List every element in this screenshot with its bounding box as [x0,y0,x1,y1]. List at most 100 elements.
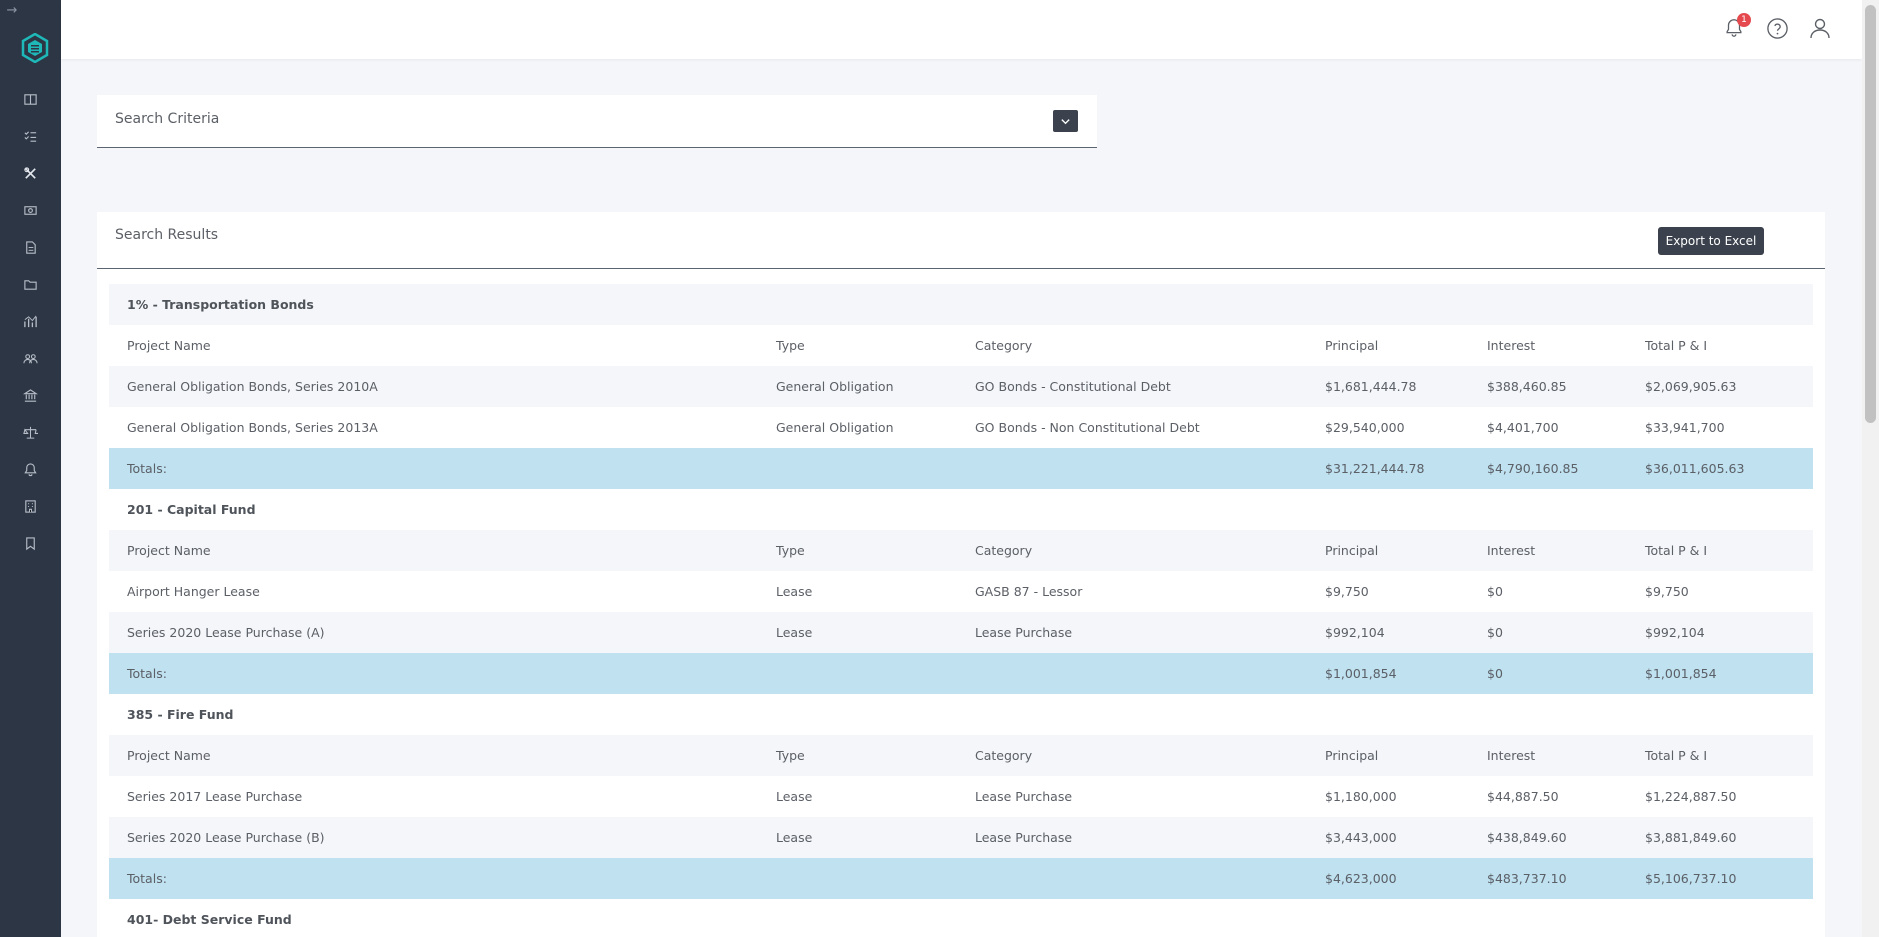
table-cell: $438,849.60 [1487,817,1567,858]
document-icon [23,240,38,255]
total-value: $0 [1487,653,1503,694]
sidebar-item-users[interactable] [20,348,40,368]
user-menu-button[interactable] [1807,15,1833,41]
total-value: $5,106,737.10 [1645,858,1736,899]
folder-icon [23,277,38,292]
table-cell: Lease Purchase [975,776,1072,817]
column-header: Principal [1325,530,1378,571]
sidebar-item-document[interactable] [20,237,40,257]
money-icon [23,203,38,218]
column-header: Interest [1487,325,1535,366]
sidebar-item-bell[interactable] [20,459,40,479]
column-header: Total P & I [1645,735,1707,776]
sidebar-item-checklist[interactable] [20,126,40,146]
column-header: Project Name [127,325,211,366]
table-cell: $9,750 [1645,571,1689,612]
search-results-header: Search Results Export to Excel [97,212,1825,269]
group-header-row: 385 - Fire Fund [109,694,1813,735]
table-cell: $1,180,000 [1325,776,1397,817]
column-header-row: Project NameTypeCategoryPrincipalInteres… [109,325,1813,366]
chevron-down-icon [1060,116,1071,127]
book-icon [23,92,38,107]
total-value: $1,001,854 [1645,653,1717,694]
export-to-excel-button[interactable]: Export to Excel [1658,227,1764,255]
table-cell: $29,540,000 [1325,407,1405,448]
totals-label: Totals: [127,448,167,489]
total-value: $483,737.10 [1487,858,1567,899]
search-results-title: Search Results [115,227,218,243]
top-bar: 1 [61,0,1862,59]
group-name: 201 - Capital Fund [127,489,256,530]
table-cell: GO Bonds - Non Constitutional Debt [975,407,1200,448]
table-cell: $0 [1487,612,1503,653]
column-header: Total P & I [1645,530,1707,571]
table-cell: General Obligation [776,407,894,448]
expand-criteria-button[interactable] [1053,110,1078,132]
scrollbar-thumb[interactable] [1865,5,1876,423]
building-icon [23,499,38,514]
checklist-icon [23,129,38,144]
group-header-row: 201 - Capital Fund [109,489,1813,530]
tools-icon [23,166,38,181]
sidebar-item-bank[interactable] [20,385,40,405]
sidebar-item-tools[interactable] [20,163,40,183]
users-icon [23,351,38,366]
totals-label: Totals: [127,653,167,694]
totals-row: Totals:$31,221,444.78$4,790,160.85$36,01… [109,448,1813,489]
column-header: Type [776,735,805,776]
totals-label: Totals: [127,858,167,899]
group-name: 1% - Transportation Bonds [127,284,314,325]
sidebar-item-bookmark[interactable] [20,533,40,553]
totals-row: Totals: $4,623,000 $483,737.10 $5,106,737.1… [109,858,1813,899]
app-logo[interactable] [20,33,50,63]
column-header: Project Name [127,735,211,776]
sidebar-item-scale[interactable] [20,422,40,442]
table-cell: GASB 87 - Lessor [975,571,1082,612]
table-row: Series 2020 Lease Purchase (A)LeaseLease… [109,612,1813,653]
table-cell: $0 [1487,571,1503,612]
table-cell: Series 2020 Lease Purchase (B) [127,817,325,858]
scale-icon [23,425,38,440]
sidebar-item-building[interactable] [20,496,40,516]
table-cell: Series 2017 Lease Purchase [127,776,302,817]
column-header: Principal [1325,325,1378,366]
notifications-button[interactable]: 1 [1721,15,1747,41]
search-criteria-panel: Search Criteria [97,95,1097,148]
sidebar-item-money[interactable] [20,200,40,220]
table-cell: $3,443,000 [1325,817,1397,858]
table-row: Airport Hanger LeaseLeaseGASB 87 - Lesso… [109,571,1813,612]
table-cell: Series 2020 Lease Purchase (A) [127,612,325,653]
table-row: General Obligation Bonds, Series 2013AGe… [109,407,1813,448]
table-cell: Airport Hanger Lease [127,571,260,612]
expand-arrow-icon[interactable]: → [4,3,20,19]
table-cell: $2,069,905.63 [1645,366,1736,407]
table-cell: General Obligation [776,366,894,407]
column-header: Interest [1487,735,1535,776]
column-header: Project Name [127,530,211,571]
table-cell: $992,104 [1645,612,1705,653]
table-cell: $388,460.85 [1487,366,1567,407]
column-header: Type [776,325,805,366]
bank-icon [23,388,38,403]
table-cell: Lease Purchase [975,612,1072,653]
group-header-row: 1% - Transportation Bonds [109,284,1813,325]
sidebar-item-folder[interactable] [20,274,40,294]
chart-icon [23,314,38,329]
scrollbar[interactable] [1862,0,1879,937]
table-cell: $4,401,700 [1487,407,1559,448]
search-criteria-title: Search Criteria [115,111,219,127]
column-header: Total P & I [1645,325,1707,366]
sidebar-item-book[interactable] [20,89,40,109]
table-row: Series 2017 Lease Purchase Lease Lease Pur… [109,776,1813,817]
table-cell: $1,681,444.78 [1325,366,1416,407]
total-value: $4,623,000 [1325,858,1397,899]
total-value: $1,001,854 [1325,653,1397,694]
sidebar-item-chart[interactable] [20,311,40,331]
notification-badge: 1 [1737,13,1751,27]
table-cell: Lease [776,776,812,817]
bell-icon [23,462,38,477]
search-results-panel: Search Results Export to Excel 1% - Tran… [97,212,1825,937]
help-button[interactable] [1764,15,1790,41]
column-header-row: Project NameTypeCategoryPrincipalInteres… [109,530,1813,571]
table-row: Series 2020 Lease Purchase (B)LeaseLease… [109,817,1813,858]
